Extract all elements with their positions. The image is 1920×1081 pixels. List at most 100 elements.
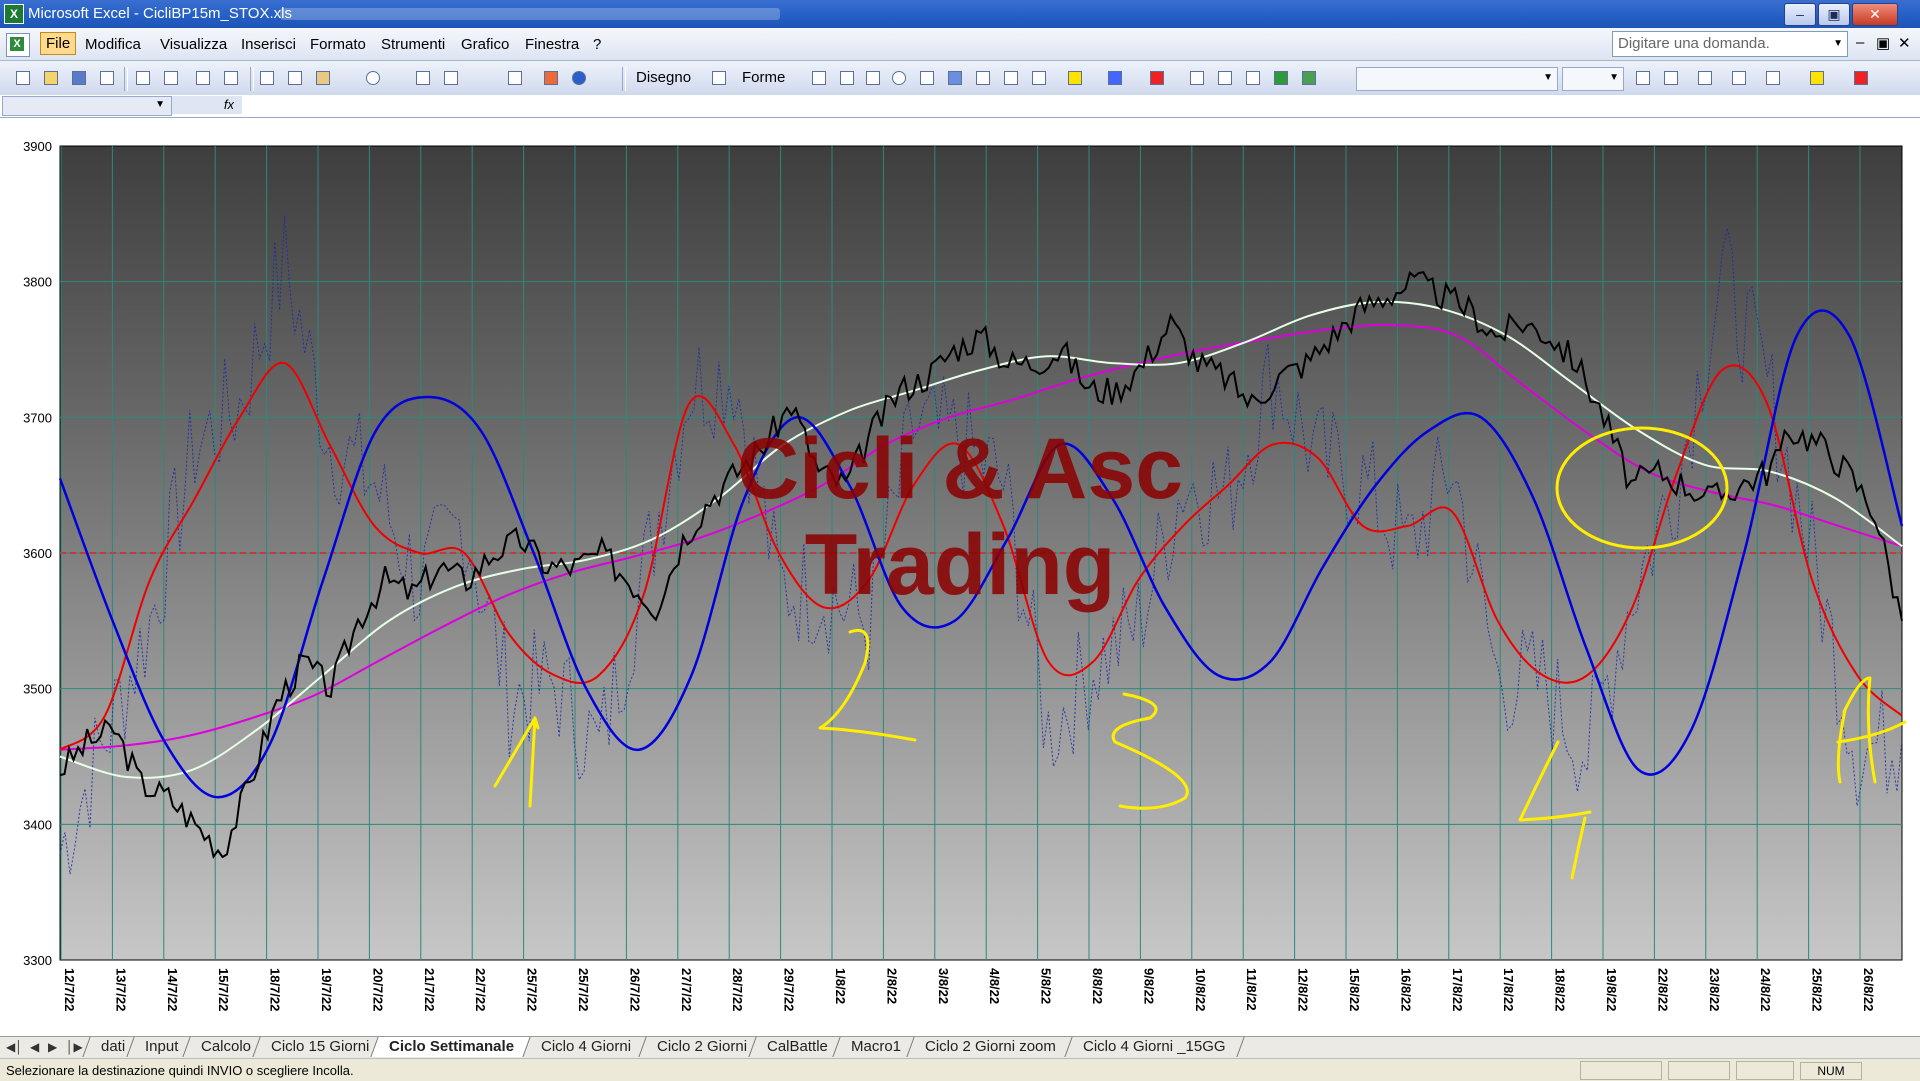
x-tick-label: 26/8/22 bbox=[1861, 968, 1876, 1011]
line-color-icon[interactable] bbox=[1104, 67, 1126, 89]
tab-ciclo-4-giorni[interactable]: Ciclo 4 Giorni bbox=[522, 1037, 650, 1057]
menu-finestra[interactable]: Finestra bbox=[520, 34, 584, 55]
tab-ciclo-2-giorni[interactable]: Ciclo 2 Giorni bbox=[638, 1037, 766, 1057]
permission-icon[interactable] bbox=[96, 67, 118, 89]
print-icon[interactable] bbox=[132, 67, 154, 89]
arrow-style-icon[interactable] bbox=[1242, 67, 1264, 89]
doc-minimize-button[interactable]: – bbox=[1856, 34, 1864, 51]
excel-app-icon[interactable]: X bbox=[4, 4, 24, 24]
copy-icon[interactable] bbox=[284, 67, 306, 89]
x-tick-label: 17/8/22 bbox=[1450, 968, 1465, 1011]
menu-modifica[interactable]: Modifica bbox=[80, 34, 146, 55]
window-title: Microsoft Excel - CicliBP15m_STOX.xls bbox=[28, 5, 292, 22]
menu-help[interactable]: ? bbox=[588, 34, 606, 55]
wordart-icon[interactable] bbox=[944, 67, 966, 89]
borders-icon[interactable] bbox=[1762, 67, 1784, 89]
menu-bar: X File Modifica Visualizza Inserisci For… bbox=[0, 28, 1920, 61]
cell-fill-color-icon[interactable] bbox=[1806, 67, 1828, 89]
font-color-icon[interactable] bbox=[1146, 67, 1168, 89]
cut-icon[interactable] bbox=[256, 67, 278, 89]
new-icon[interactable] bbox=[12, 67, 34, 89]
status-bar: Selezionare la destinazione quindi INVIO… bbox=[0, 1058, 1920, 1081]
status-cell-3 bbox=[1736, 1061, 1794, 1080]
clipart-icon[interactable] bbox=[1000, 67, 1022, 89]
tab-ciclo-2-giorni-zoom[interactable]: Ciclo 2 Giorni zoom bbox=[906, 1037, 1075, 1057]
help-icon[interactable] bbox=[568, 67, 590, 89]
chevron-down-icon[interactable]: ▼ bbox=[1833, 38, 1843, 49]
x-tick-label: 16/8/22 bbox=[1398, 968, 1413, 1011]
doc-restore-button[interactable]: ▣ bbox=[1876, 34, 1890, 52]
autosum-icon[interactable] bbox=[440, 67, 462, 89]
cell-font-color-icon[interactable] bbox=[1850, 67, 1872, 89]
x-tick-label: 23/8/22 bbox=[1707, 968, 1722, 1011]
window-title-suffix bbox=[280, 8, 780, 20]
ask-question-box[interactable]: Digitare una domanda. ▼ bbox=[1612, 31, 1848, 57]
line-style-icon[interactable] bbox=[1186, 67, 1208, 89]
x-tick-label: 11/8/22 bbox=[1244, 968, 1259, 1011]
watermark-line-1: Cicli & Asc bbox=[737, 421, 1183, 517]
maximize-button[interactable]: ▣ bbox=[1818, 3, 1850, 26]
x-tick-label: 15/7/22 bbox=[216, 968, 231, 1011]
x-tick-label: 27/7/22 bbox=[679, 968, 694, 1011]
dash-style-icon[interactable] bbox=[1214, 67, 1236, 89]
x-tick-label: 25/7/22 bbox=[525, 968, 540, 1011]
menu-visualizza[interactable]: Visualizza bbox=[155, 34, 232, 55]
tab-ciclo-4-giorni-15gg[interactable]: Ciclo 4 Giorni _15GG bbox=[1064, 1037, 1245, 1057]
first-sheet-icon[interactable]: ◀│ bbox=[6, 1040, 23, 1054]
select-objects-icon[interactable] bbox=[708, 67, 730, 89]
menu-grafico[interactable]: Grafico bbox=[456, 34, 514, 55]
prev-sheet-icon[interactable]: ◀ bbox=[30, 1040, 39, 1054]
picture-icon[interactable] bbox=[1028, 67, 1050, 89]
minimize-button[interactable]: – bbox=[1784, 3, 1816, 26]
chart-wizard-icon[interactable] bbox=[540, 67, 562, 89]
rectangle-icon[interactable] bbox=[862, 67, 884, 89]
print-preview-icon[interactable] bbox=[160, 67, 182, 89]
oval-icon[interactable] bbox=[888, 67, 910, 89]
name-box[interactable]: ▼ bbox=[2, 96, 172, 116]
next-sheet-icon[interactable]: ▶ bbox=[48, 1040, 57, 1054]
italic-icon[interactable] bbox=[1660, 67, 1682, 89]
arrow-icon[interactable] bbox=[836, 67, 858, 89]
doc-close-button[interactable]: ✕ bbox=[1898, 34, 1911, 52]
research-icon[interactable] bbox=[220, 67, 242, 89]
menu-strumenti[interactable]: Strumenti bbox=[376, 34, 450, 55]
num-lock-indicator: NUM bbox=[1800, 1062, 1862, 1080]
autoshapes-menu-button[interactable]: Forme bbox=[742, 69, 785, 86]
textbox-icon[interactable] bbox=[916, 67, 938, 89]
tab-ciclo-settimanale[interactable]: Ciclo Settimanale bbox=[370, 1037, 533, 1057]
x-tick-label: 25/7/22 bbox=[576, 968, 591, 1011]
x-tick-label: 22/8/22 bbox=[1655, 968, 1670, 1011]
paste-icon[interactable] bbox=[312, 67, 334, 89]
menu-inserisci[interactable]: Inserisci bbox=[236, 34, 301, 55]
last-sheet-icon[interactable]: │▶ bbox=[66, 1040, 83, 1054]
formula-bar: ▼ fx bbox=[0, 95, 1920, 118]
font-size-select[interactable]: ▼ bbox=[1562, 67, 1624, 91]
hyperlink-icon[interactable] bbox=[412, 67, 434, 89]
save-icon[interactable] bbox=[68, 67, 90, 89]
open-icon[interactable] bbox=[40, 67, 62, 89]
spelling-icon[interactable] bbox=[192, 67, 214, 89]
bold-icon[interactable] bbox=[1632, 67, 1654, 89]
3d-icon[interactable] bbox=[1298, 67, 1320, 89]
x-tick-label: 14/7/22 bbox=[165, 968, 180, 1011]
cycle-chart[interactable]: 3300 3400 3500 3600 3700 3800 3900 12/7/22 13/7… bbox=[0, 118, 1920, 1036]
tab-calbattle[interactable]: CalBattle bbox=[748, 1037, 847, 1057]
drawing-menu-button[interactable]: Disegno bbox=[636, 69, 691, 86]
insert-function-button[interactable]: fx bbox=[172, 96, 242, 114]
tab-ciclo-15-giorni[interactable]: Ciclo 15 Giorni bbox=[252, 1037, 389, 1057]
euro-icon[interactable] bbox=[1728, 67, 1750, 89]
menu-formato[interactable]: Formato bbox=[305, 34, 371, 55]
shadow-icon[interactable] bbox=[1270, 67, 1292, 89]
undo-icon[interactable] bbox=[362, 67, 384, 89]
close-button[interactable]: ✕ bbox=[1852, 3, 1898, 26]
font-name-select[interactable]: ▼ bbox=[1356, 67, 1558, 91]
fill-color-icon[interactable] bbox=[1064, 67, 1086, 89]
sort-icon[interactable] bbox=[504, 67, 526, 89]
y-tick-label: 3800 bbox=[23, 275, 52, 290]
line-icon[interactable] bbox=[808, 67, 830, 89]
menu-file[interactable]: File bbox=[40, 32, 77, 55]
workbook-icon[interactable]: X bbox=[6, 33, 30, 57]
diagram-icon[interactable] bbox=[972, 67, 994, 89]
align-icon[interactable] bbox=[1694, 67, 1716, 89]
x-tick-label: 26/7/22 bbox=[627, 968, 642, 1011]
